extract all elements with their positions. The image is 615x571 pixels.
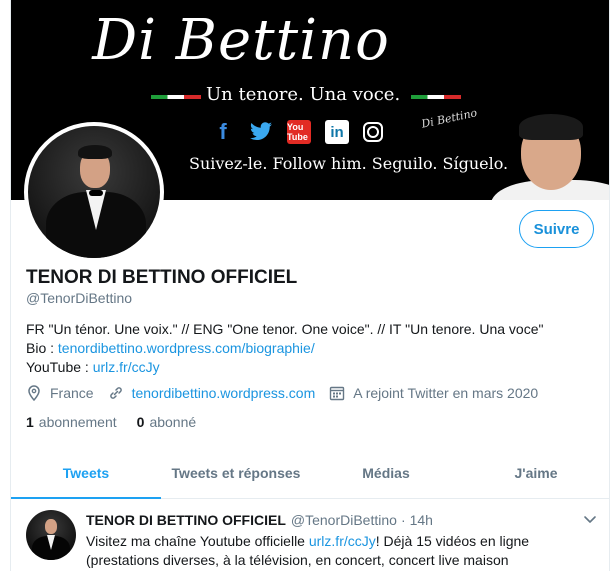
- banner-tagline: Suivez-le. Follow him. Seguilo. Síguelo.: [189, 154, 509, 173]
- bio-line: Bio : tenordibettino.wordpress.com/biogr…: [26, 339, 606, 358]
- italian-flag-line: [151, 95, 201, 99]
- calendar-icon: [329, 385, 345, 401]
- bio-line: FR "Un ténor. Une voix." // ENG "One ten…: [26, 321, 544, 337]
- followers-stat[interactable]: 0 abonné: [137, 414, 197, 430]
- banner-subtitle: Un tenore. Una voce.: [206, 84, 401, 105]
- banner-social-icons: f You Tube in: [211, 119, 383, 144]
- bio-line: YouTube : urlz.fr/ccJy: [26, 358, 606, 377]
- tab-tweets-and-replies[interactable]: Tweets et réponses: [161, 448, 311, 498]
- bio-label: YouTube :: [26, 359, 93, 375]
- bio-label: Bio :: [26, 340, 58, 356]
- italian-flag-line: [411, 95, 461, 99]
- website-link[interactable]: tenordibettino.wordpress.com: [132, 385, 316, 401]
- profile-page: Di Bettino Un tenore. Una voce. f You Tu…: [10, 0, 610, 571]
- tweet-time[interactable]: 14h: [410, 512, 433, 528]
- linkedin-icon: in: [325, 120, 349, 144]
- profile-meta: France tenordibettino.wordpress.com A re…: [26, 385, 552, 401]
- banner-signature: Di Bettino: [420, 106, 479, 131]
- link-icon: [108, 385, 124, 401]
- profile-location: France: [26, 385, 94, 401]
- tweet-separator: ·: [400, 512, 406, 528]
- follow-button[interactable]: Suivre: [519, 210, 594, 248]
- profile-website: tenordibettino.wordpress.com: [108, 385, 316, 401]
- profile-tabs: Tweets Tweets et réponses Médias J'aime: [11, 448, 609, 499]
- youtube-icon: You Tube: [287, 120, 311, 144]
- tweet-author-handle[interactable]: @TenorDiBettino: [291, 512, 397, 528]
- profile-handle: @TenorDiBettino: [26, 290, 133, 306]
- tweet-text: Visitez ma chaîne Youtube officielle url…: [86, 532, 601, 570]
- following-count: 1: [26, 414, 34, 430]
- chevron-down-icon[interactable]: [583, 512, 597, 526]
- tweet-header: TENOR DI BETTINO OFFICIEL @TenorDiBettin…: [86, 512, 433, 528]
- tweet-text-part: Visitez ma chaîne Youtube officielle: [86, 533, 309, 549]
- profile-avatar[interactable]: [24, 122, 164, 262]
- profile-stats: 1 abonnement 0 abonné: [26, 414, 216, 430]
- followers-count: 0: [136, 414, 145, 430]
- bio-link[interactable]: tenordibettino.wordpress.com/biographie/: [58, 340, 315, 356]
- youtube-link[interactable]: urlz.fr/ccJy: [93, 359, 160, 375]
- tweet[interactable]: TENOR DI BETTINO OFFICIEL @TenorDiBettin…: [11, 500, 609, 571]
- following-label: abonnement: [38, 414, 117, 430]
- facebook-icon: f: [219, 119, 227, 144]
- profile-display-name: TENOR DI BETTINO OFFICIEL: [26, 267, 298, 288]
- followers-label: abonné: [149, 414, 197, 430]
- joined-text: A rejoint Twitter en mars 2020: [353, 385, 539, 401]
- following-stat[interactable]: 1 abonnement: [26, 414, 117, 430]
- banner-title: Di Bettino: [92, 8, 390, 73]
- banner-photo: [481, 90, 609, 200]
- twitter-icon: [249, 120, 273, 144]
- profile-joined: A rejoint Twitter en mars 2020: [329, 385, 538, 401]
- tab-tweets[interactable]: Tweets: [11, 448, 161, 499]
- tweet-link[interactable]: urlz.fr/ccJy: [309, 533, 376, 549]
- tweet-avatar[interactable]: [26, 510, 76, 560]
- instagram-icon: [363, 122, 383, 142]
- location-text: France: [50, 385, 94, 401]
- tab-likes[interactable]: J'aime: [461, 448, 609, 498]
- tweet-author-name[interactable]: TENOR DI BETTINO OFFICIEL: [86, 512, 286, 528]
- tab-media[interactable]: Médias: [311, 448, 461, 498]
- profile-bio: FR "Un ténor. Une voix." // ENG "One ten…: [26, 320, 606, 377]
- location-icon: [26, 385, 42, 401]
